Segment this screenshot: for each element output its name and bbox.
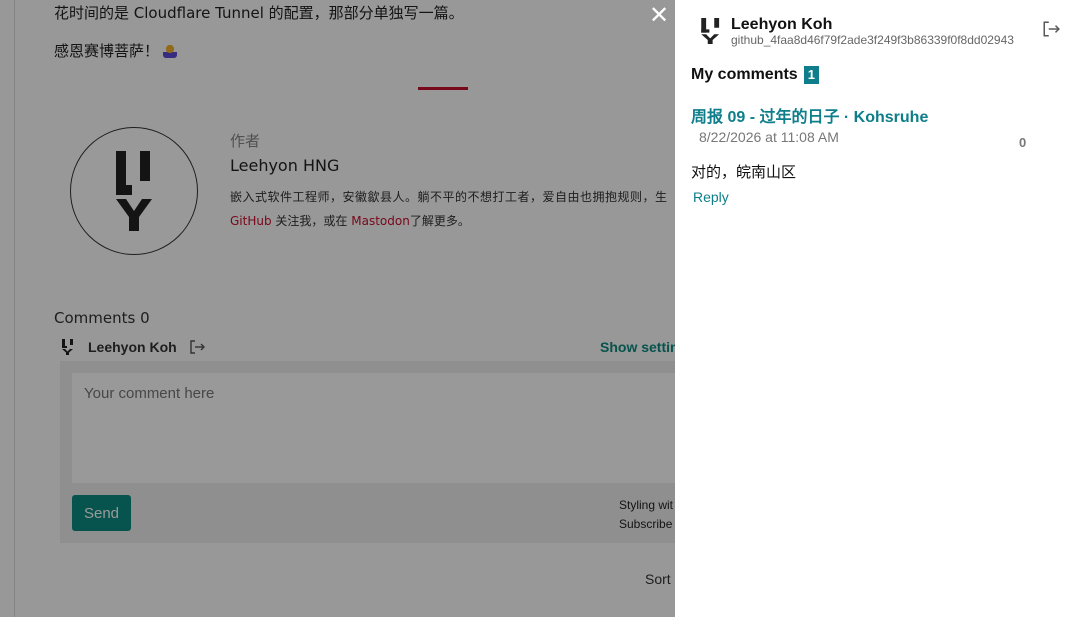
reply-link[interactable]: Reply <box>693 189 729 205</box>
comment-post-title-link[interactable]: 周报 09 - 过年的日子 · Kohsruhe <box>691 103 928 127</box>
user-avatar-icon <box>701 18 720 44</box>
comment-date[interactable]: 8/22/2026 at 11:08 AM <box>699 129 839 145</box>
user-comments-panel: Leehyon Koh github_4faa8d46f79f2ade3f249… <box>675 0 1070 617</box>
comment-vote-count: 0 <box>1019 135 1027 150</box>
panel-user-name: Leehyon Koh <box>731 16 833 33</box>
my-comments-label: My comments <box>691 66 798 83</box>
modal-backdrop[interactable] <box>0 0 675 617</box>
my-comments-count-badge: 1 <box>803 66 819 84</box>
panel-user-id: github_4faa8d46f79f2ade3f249f3b86339f0f8… <box>731 33 1014 47</box>
my-comments-heading: My comments 1 <box>691 66 819 84</box>
logout-icon[interactable] <box>1042 20 1060 38</box>
comment-body: 对的，皖南山区 <box>691 163 797 181</box>
close-icon[interactable]: ✕ <box>648 3 670 27</box>
